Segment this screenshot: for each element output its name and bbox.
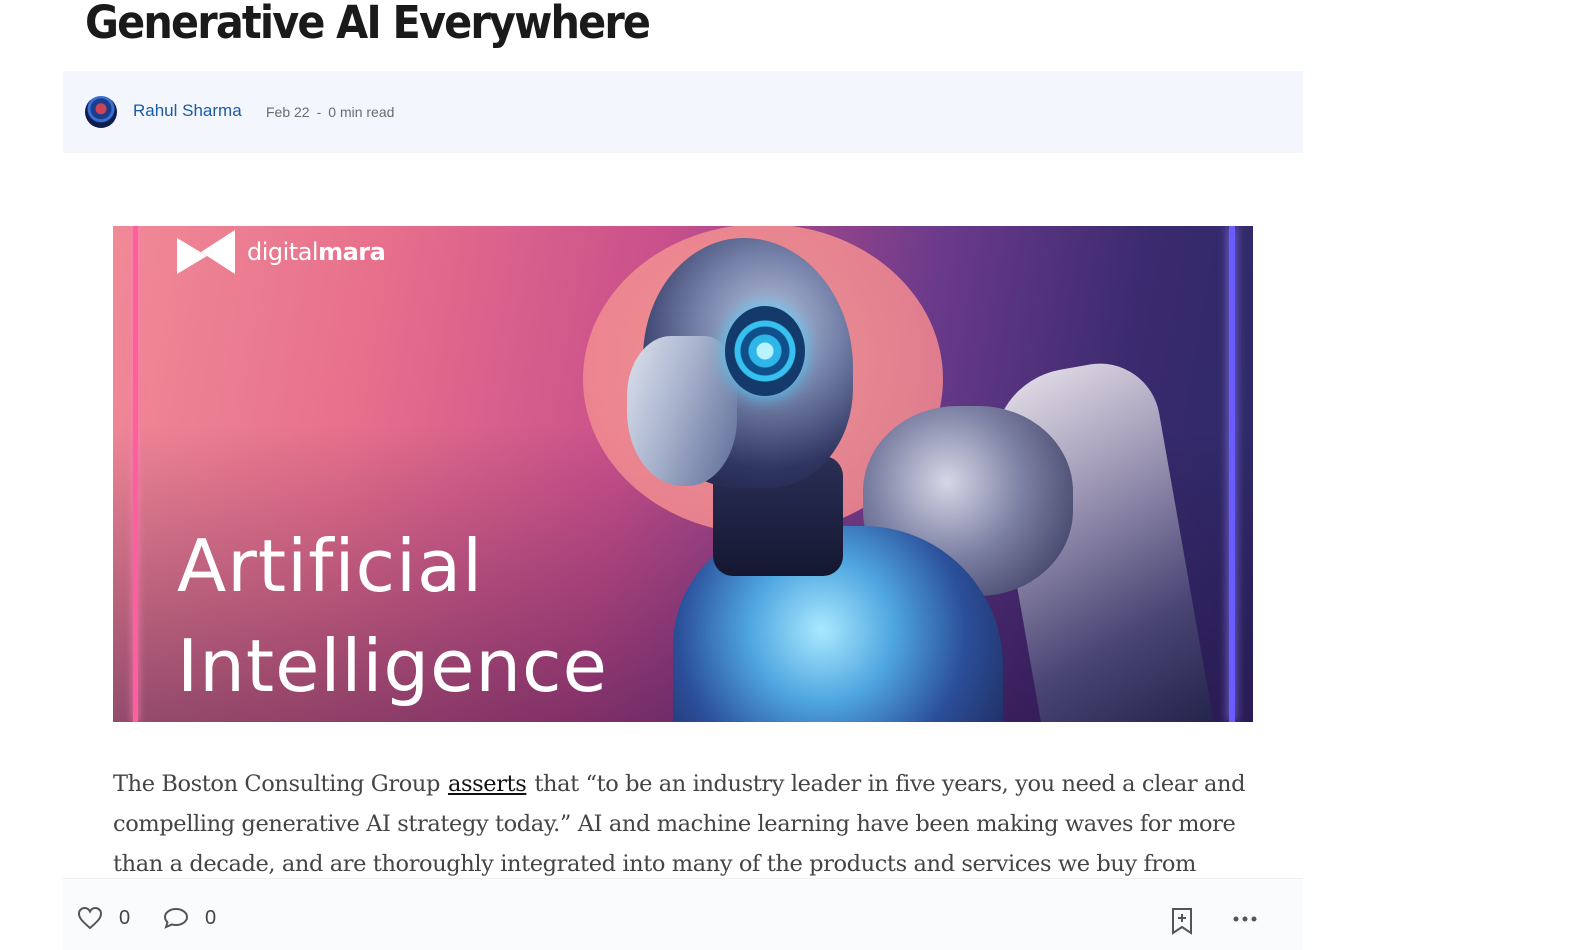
like-button[interactable]: 0 — [77, 906, 130, 930]
logo-mark-icon — [177, 230, 237, 274]
read-time: 0 min read — [328, 104, 395, 120]
hero-headline-line2: Intelligence — [177, 624, 608, 708]
more-horizontal-icon — [1233, 916, 1257, 922]
like-count: 0 — [119, 906, 131, 929]
comment-icon — [163, 907, 189, 929]
comment-count: 0 — [205, 906, 217, 929]
more-options-button[interactable] — [1233, 915, 1257, 923]
author-bar: Rahul Sharma Feb 22-0 min read — [63, 71, 1303, 153]
robot-face — [627, 336, 737, 486]
author-avatar[interactable] — [85, 96, 117, 128]
hero-neon-line-left — [133, 226, 138, 722]
post-date: Feb 22 — [266, 104, 310, 120]
post-meta: Feb 22-0 min read — [266, 104, 394, 120]
heart-icon — [77, 906, 103, 930]
robot-illustration — [627, 226, 1253, 722]
meta-separator: - — [316, 104, 322, 120]
comment-button[interactable]: 0 — [163, 906, 216, 930]
bookmark-button[interactable] — [1171, 907, 1193, 935]
hero-headline-line1: Artificial — [177, 524, 484, 608]
post-title: Generative AI Everywhere — [85, 0, 651, 49]
robot-ear-glow — [725, 306, 805, 396]
asserts-link[interactable]: asserts — [448, 771, 527, 797]
logo-text-bold: mara — [318, 238, 386, 266]
bookmark-add-icon — [1172, 908, 1192, 935]
hero-image: digitalmara Artificial Intelligence — [113, 226, 1253, 722]
post-action-bar: 0 0 — [63, 878, 1303, 950]
body-text-before-link: The Boston Consulting Group — [113, 771, 440, 797]
digitalmara-logo: digitalmara — [177, 230, 386, 274]
logo-text-light: digital — [247, 238, 319, 266]
author-name-link[interactable]: Rahul Sharma — [133, 101, 242, 121]
